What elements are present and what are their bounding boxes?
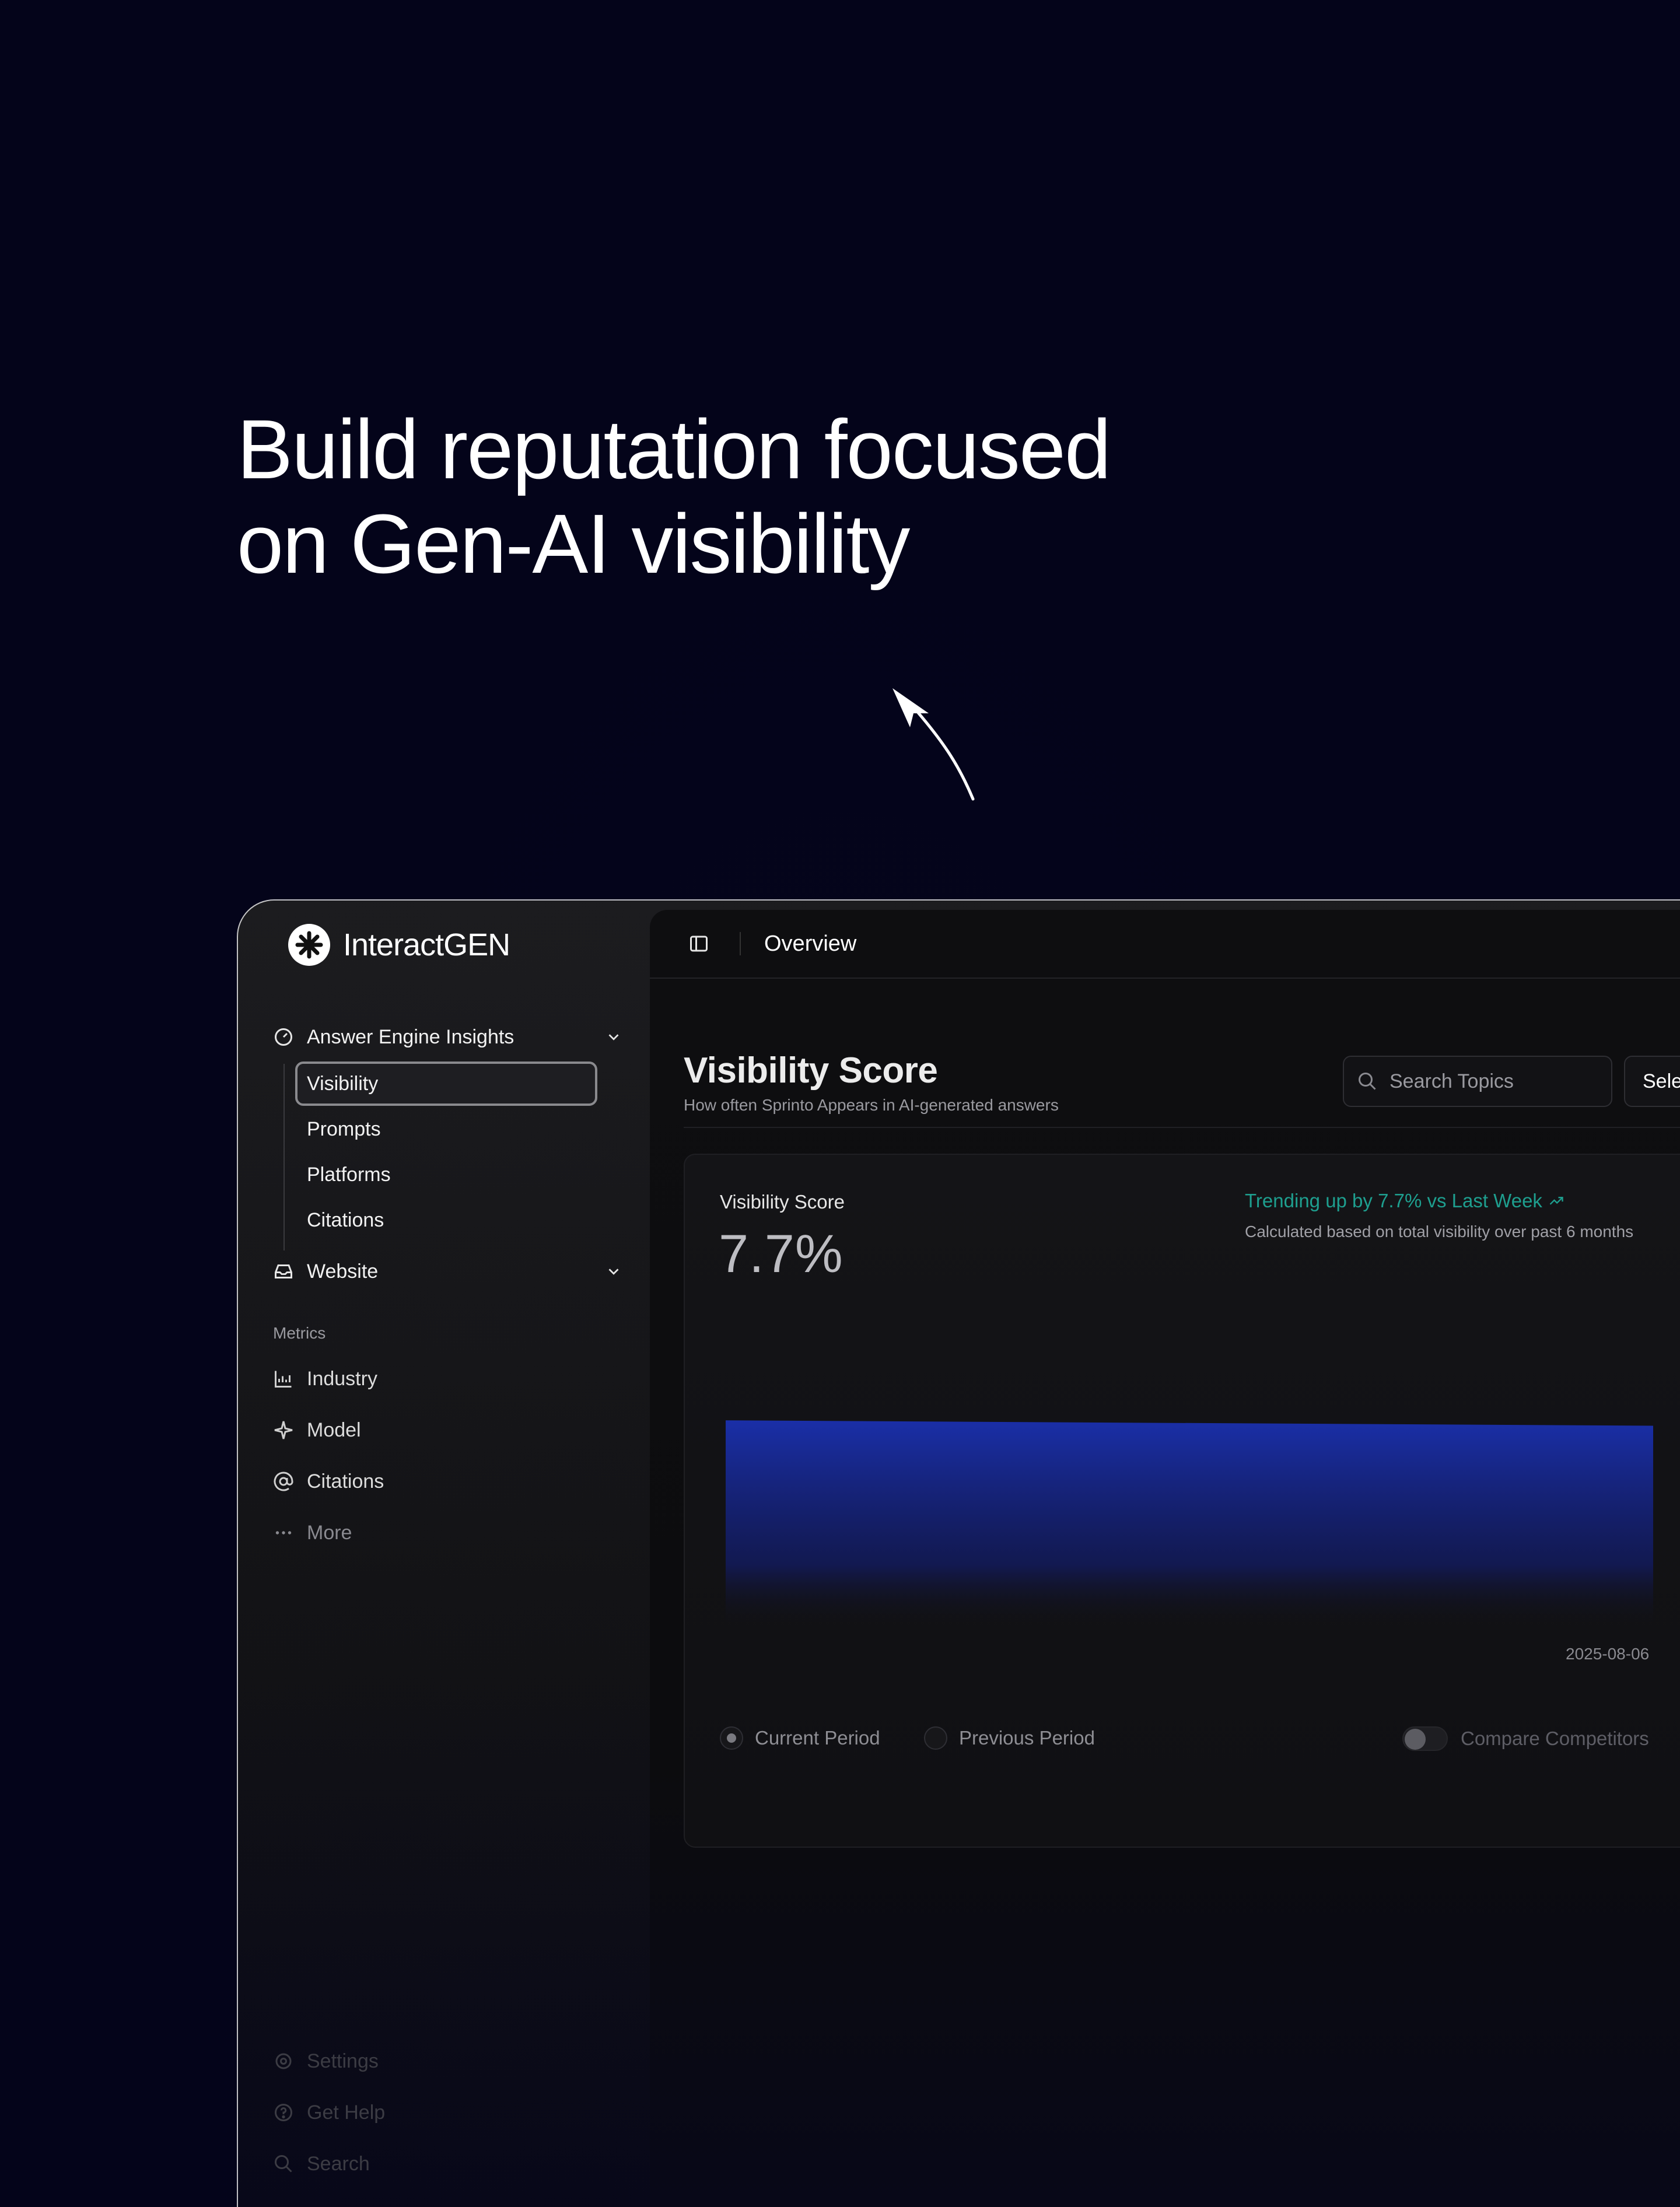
card-label: Visibility Score	[720, 1191, 845, 1213]
sidebar-item-label: Get Help	[307, 2101, 386, 2124]
brand-logo-icon	[288, 924, 330, 966]
gauge-icon	[272, 1025, 295, 1049]
page: Build reputation focused on Gen-AI visib…	[0, 0, 1680, 2207]
sidebar: InteractGEN Answer Engine Insights Visib…	[238, 901, 650, 2207]
sidebar-toggle-icon[interactable]	[687, 932, 710, 955]
main-panel: Overview Visibility Score How often Spri…	[650, 910, 1680, 2207]
sidebar-item-label: Search	[307, 2152, 370, 2175]
metrics-section-label: Metrics	[273, 1324, 326, 1342]
sidebar-item-platforms[interactable]: Platforms	[295, 1152, 597, 1197]
chevron-down-icon[interactable]	[602, 1260, 625, 1283]
hero-title-line-2: on Gen-AI visibility	[237, 497, 910, 591]
help-icon	[272, 2101, 295, 2124]
sidebar-item-industry[interactable]: Industry	[272, 1355, 377, 1402]
trend-text: Trending up by 7.7% vs Last Week	[1245, 1190, 1542, 1211]
page-title: Overview	[764, 931, 857, 956]
hero-title: Build reputation focused on Gen-AI visib…	[237, 402, 1228, 591]
sidebar-item-label: Platforms	[307, 1163, 391, 1186]
brand-name: InteractGEN	[343, 927, 510, 962]
trend-indicator: Trending up by 7.7% vs Last Week	[1245, 1190, 1567, 1212]
area-series-current	[726, 1420, 1653, 1627]
subnav-line	[284, 1064, 285, 1250]
legend-label: Previous Period	[959, 1727, 1095, 1749]
inbox-icon	[272, 1260, 295, 1283]
select-button[interactable]: Sele	[1624, 1056, 1680, 1107]
topbar: Overview	[650, 910, 1680, 979]
legend-label: Current Period	[755, 1727, 880, 1749]
sidebar-item-metric-citations[interactable]: Citations	[272, 1458, 384, 1505]
visibility-area-chart	[726, 1420, 1653, 1627]
at-sign-icon	[272, 1470, 295, 1493]
sidebar-item-prompts[interactable]: Prompts	[295, 1107, 597, 1151]
sidebar-item-label: Model	[307, 1418, 361, 1441]
sidebar-item-get-help[interactable]: Get Help	[272, 2089, 385, 2136]
visibility-card: Visibility Score 7.7% Trending up by 7.7…	[684, 1154, 1680, 1848]
divider	[684, 1127, 1680, 1128]
compare-competitors[interactable]: Compare Competitors	[1402, 1726, 1649, 1751]
x-tick-label: 2025-08-06	[1566, 1645, 1650, 1663]
sidebar-item-label: Visibility	[307, 1072, 379, 1095]
sidebar-item-model[interactable]: Model	[272, 1407, 361, 1453]
sidebar-item-label: Citations	[307, 1470, 384, 1493]
compare-toggle[interactable]	[1402, 1726, 1448, 1751]
sidebar-item-label: More	[307, 1521, 352, 1544]
chart-icon	[272, 1367, 295, 1390]
visibility-score-value: 7.7%	[719, 1224, 844, 1284]
sidebar-item-label: Settings	[307, 2050, 379, 2072]
sidebar-item-label: Industry	[307, 1367, 377, 1390]
more-icon	[272, 1521, 295, 1544]
sidebar-item-settings[interactable]: Settings	[272, 2038, 379, 2085]
sidebar-item-label: Citations	[307, 1208, 384, 1231]
nav-group-answer-engine[interactable]: Answer Engine Insights	[272, 1014, 625, 1060]
topbar-divider	[740, 932, 741, 955]
nav-group-website[interactable]: Website	[272, 1248, 625, 1295]
trending-up-icon	[1548, 1192, 1567, 1210]
nav-group-label: Website	[307, 1260, 379, 1283]
curved-arrow-icon	[892, 688, 975, 801]
sidebar-item-label: Prompts	[307, 1117, 381, 1140]
calc-note: Calculated based on total visibility ove…	[1245, 1222, 1634, 1241]
compare-label: Compare Competitors	[1461, 1728, 1649, 1749]
sidebar-item-search[interactable]: Search	[272, 2141, 370, 2187]
sidebar-item-more[interactable]: More	[272, 1509, 352, 1556]
search-icon	[1354, 1069, 1380, 1094]
search-input[interactable]	[1390, 1070, 1600, 1093]
section-header: Visibility Score How often Sprinto Appea…	[684, 1050, 1059, 1115]
sidebar-item-visibility[interactable]: Visibility	[295, 1062, 597, 1106]
gear-icon	[272, 2050, 295, 2073]
hero-title-line-1: Build reputation focused	[237, 402, 1111, 496]
sparkle-icon	[272, 1418, 295, 1442]
search-icon	[272, 2152, 295, 2176]
section-title: Visibility Score	[684, 1050, 938, 1091]
radio-current[interactable]	[720, 1726, 743, 1750]
section-subtitle: How often Sprinto Appears in AI-generate…	[684, 1096, 1059, 1114]
legend-previous-period[interactable]: Previous Period	[924, 1726, 1095, 1750]
nav-group-label: Answer Engine Insights	[307, 1025, 514, 1048]
brand[interactable]: InteractGEN	[288, 923, 510, 967]
sidebar-item-citations[interactable]: Citations	[295, 1198, 597, 1242]
legend-current-period[interactable]: Current Period	[720, 1726, 880, 1750]
select-button-label: Sele	[1643, 1070, 1680, 1092]
radio-previous[interactable]	[924, 1726, 947, 1750]
chevron-down-icon[interactable]	[602, 1025, 625, 1049]
search-box[interactable]	[1343, 1056, 1612, 1107]
app-window: InteractGEN Answer Engine Insights Visib…	[237, 899, 1680, 2207]
